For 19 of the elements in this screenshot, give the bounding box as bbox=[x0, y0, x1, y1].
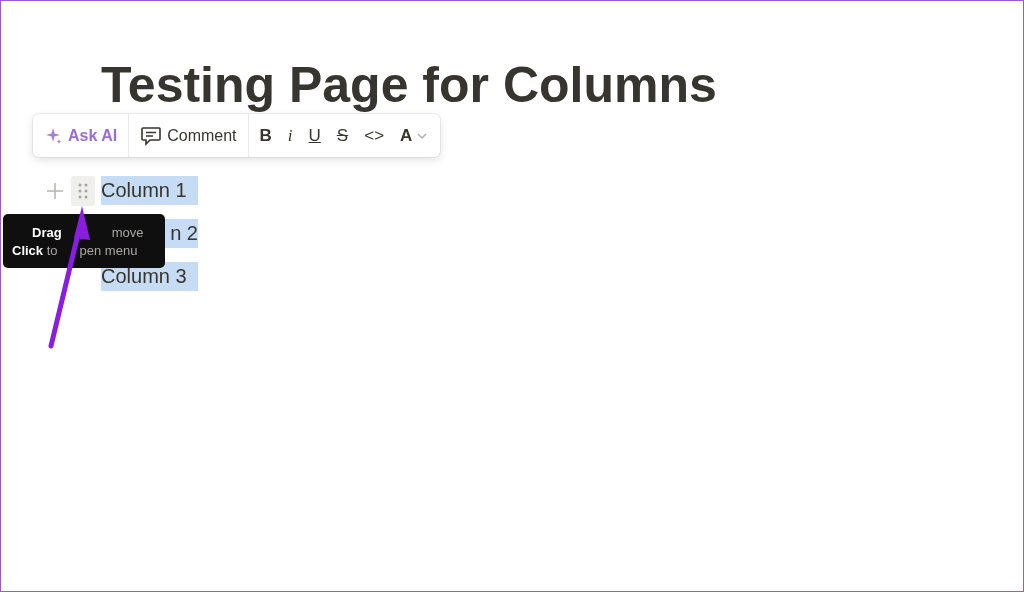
underline-button[interactable]: U bbox=[300, 121, 329, 150]
strikethrough-button[interactable]: S bbox=[328, 121, 357, 150]
tooltip-text: Drag bbox=[32, 224, 62, 240]
tooltip-text: move bbox=[111, 224, 144, 240]
tooltip-text: Click to bbox=[12, 242, 58, 258]
comment-button[interactable]: Comment bbox=[132, 121, 245, 150]
tooltip-text: pen menu bbox=[79, 242, 138, 258]
page-title: Testing Page for Columns bbox=[100, 56, 718, 115]
drag-handle[interactable] bbox=[71, 176, 95, 206]
text-color-button[interactable]: A bbox=[392, 121, 437, 150]
ask-ai-button[interactable]: Ask AI bbox=[37, 122, 126, 149]
comment-icon bbox=[140, 125, 163, 146]
text-block[interactable]: Column 1 bbox=[101, 176, 198, 205]
drag-dots-icon bbox=[78, 182, 88, 200]
bold-button[interactable]: B bbox=[251, 121, 280, 150]
code-button[interactable]: <> bbox=[356, 121, 393, 150]
chevron-down-icon bbox=[416, 131, 429, 140]
italic-button[interactable]: i bbox=[279, 121, 301, 150]
add-block-icon[interactable] bbox=[45, 181, 65, 201]
